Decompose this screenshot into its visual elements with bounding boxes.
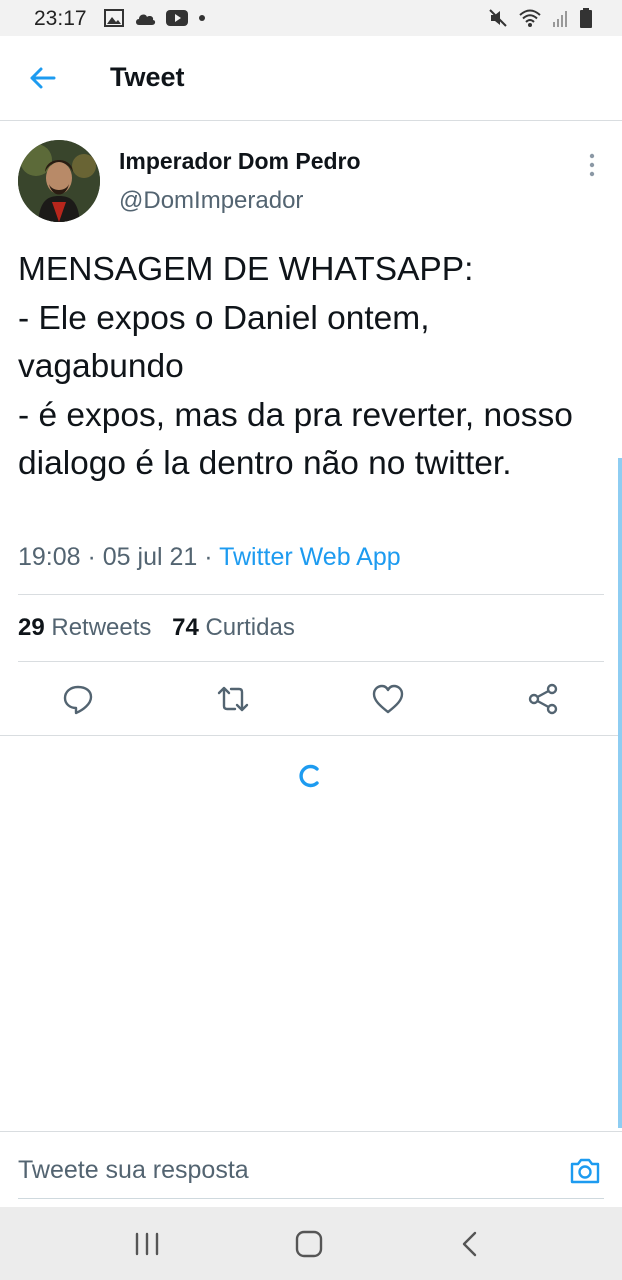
reply-button[interactable] [61, 682, 95, 716]
share-icon [528, 683, 558, 715]
meta-separator: · [197, 543, 220, 571]
gallery-icon [104, 9, 124, 27]
wifi-icon [519, 9, 541, 27]
top-bar: Tweet [0, 36, 622, 121]
status-bar: 23:17 [0, 0, 622, 36]
tweet-date: 05 jul 21 [102, 543, 198, 571]
spinner-icon [299, 764, 319, 788]
retweet-button[interactable] [216, 682, 250, 716]
page-title: Tweet [110, 62, 185, 92]
signal-icon [553, 11, 567, 27]
more-vertical-icon [589, 153, 595, 177]
reply-bar [0, 1131, 622, 1208]
like-icon [372, 684, 404, 714]
tweet-stats: 29 Retweets 74 Curtidas [18, 614, 295, 642]
youtube-icon [166, 10, 188, 26]
tweet-text: MENSAGEM DE WHATSAPP: - Ele expos o Dani… [18, 251, 573, 483]
status-system-icons [488, 8, 592, 28]
back-button[interactable] [26, 62, 58, 94]
author-handle[interactable]: @DomImperador [119, 187, 303, 215]
status-notification-icons [104, 9, 206, 27]
camera-button[interactable] [568, 1154, 602, 1188]
home-icon [295, 1230, 323, 1258]
likes-stat[interactable]: 74 Curtidas [172, 614, 295, 641]
retweets-label: Retweets [51, 614, 152, 641]
tweet-actions [0, 670, 622, 728]
reply-icon [63, 685, 93, 715]
home-button[interactable] [292, 1227, 326, 1261]
camera-icon [570, 1158, 600, 1184]
reply-input[interactable] [18, 1144, 548, 1196]
battery-icon [580, 8, 592, 28]
arrow-left-icon [30, 67, 56, 89]
status-time: 23:17 [34, 7, 87, 30]
author-name[interactable]: Imperador Dom Pedro [119, 148, 361, 175]
dot-icon [199, 15, 205, 21]
retweets-stat[interactable]: 29 Retweets [18, 614, 151, 641]
mute-icon [489, 9, 507, 27]
retweet-icon [217, 686, 249, 712]
share-button[interactable] [526, 682, 560, 716]
back-nav-button[interactable] [454, 1227, 488, 1261]
tweet-source-link[interactable]: Twitter Web App [219, 543, 401, 571]
tweet-time: 19:08 [18, 543, 81, 571]
retweets-count: 29 [18, 614, 45, 641]
chevron-left-icon [462, 1231, 477, 1257]
cloud-icon [136, 14, 156, 25]
divider [0, 735, 622, 736]
likes-count: 74 [172, 614, 199, 641]
recents-button[interactable] [130, 1227, 164, 1261]
divider [18, 594, 604, 595]
more-options-button[interactable] [584, 152, 600, 178]
system-nav-bar [0, 1207, 622, 1280]
like-button[interactable] [371, 682, 405, 716]
tweet-meta: 19:08 · 05 jul 21 · Twitter Web App [18, 543, 401, 572]
recents-icon [135, 1232, 159, 1256]
avatar[interactable] [18, 140, 100, 222]
divider [18, 661, 604, 662]
likes-label: Curtidas [205, 614, 295, 641]
meta-separator: · [80, 543, 103, 571]
scrollbar[interactable] [618, 458, 622, 1128]
reply-underline [18, 1198, 604, 1199]
loading-spinner [297, 763, 323, 789]
avatar-image [18, 140, 100, 222]
